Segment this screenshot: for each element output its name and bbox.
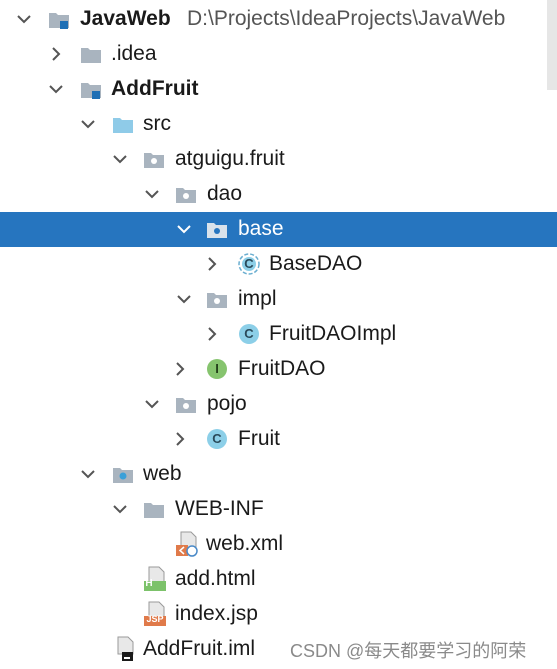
tree-label: FruitDAO	[238, 357, 326, 380]
tree-label: atguigu.fruit	[175, 147, 285, 170]
chevron-right-icon[interactable]	[200, 252, 224, 276]
tree-label: AddFruit.iml	[143, 637, 256, 660]
tree-label: WEB-INF	[175, 497, 264, 520]
tree-label: index.jsp	[175, 602, 258, 625]
chevron-down-icon[interactable]	[140, 182, 164, 206]
tree-label: FruitDAOImpl	[269, 322, 397, 345]
package-icon	[176, 398, 196, 413]
tree-label: pojo	[207, 392, 247, 415]
module-folder-icon	[81, 83, 101, 99]
tree-row-javaweb[interactable]: JavaWeb D:\Projects\IdeaProjects\JavaWeb	[0, 2, 557, 37]
tree-row-addfruit[interactable]: AddFruit	[0, 72, 557, 107]
tree-row-web[interactable]: web	[0, 457, 557, 492]
project-tree: JavaWeb D:\Projects\IdeaProjects\JavaWeb…	[0, 0, 557, 669]
package-icon	[207, 223, 227, 238]
tree-row-impl[interactable]: impl	[0, 282, 557, 317]
tree-row-atguigu-fruit[interactable]: atguigu.fruit	[0, 142, 557, 177]
tree-row-fruit[interactable]: C Fruit	[0, 422, 557, 457]
package-icon	[176, 188, 196, 203]
tree-row-pojo[interactable]: pojo	[0, 387, 557, 422]
tree-row-fruitdaoimpl[interactable]: C FruitDAOImpl	[0, 317, 557, 352]
tree-label: base	[238, 217, 284, 240]
web-folder-icon	[113, 468, 133, 483]
class-icon-letter: C	[244, 256, 254, 271]
tree-row-web-xml[interactable]: web.xml	[0, 527, 557, 562]
tree-row-fruitdao[interactable]: I FruitDAO	[0, 352, 557, 387]
class-icon-letter: C	[244, 326, 254, 341]
tree-row-dao[interactable]: dao	[0, 177, 557, 212]
tree-label: dao	[207, 182, 243, 205]
tree-label: AddFruit	[111, 77, 199, 100]
chevron-down-icon[interactable]	[12, 7, 36, 31]
xml-file-icon	[176, 531, 198, 557]
chevron-down-icon[interactable]	[108, 497, 132, 521]
tree-label: web.xml	[206, 532, 284, 555]
tree-label: add.html	[175, 567, 256, 590]
watermark: CSDN @每天都要学习的阿荣	[290, 641, 527, 661]
tree-label-root: JavaWeb	[80, 7, 171, 30]
chevron-down-icon[interactable]	[76, 112, 100, 136]
chevron-right-icon[interactable]	[200, 322, 224, 346]
module-folder-icon	[49, 13, 69, 29]
root-path: D:\Projects\IdeaProjects\JavaWeb	[187, 7, 506, 30]
tree-label: .idea	[111, 42, 157, 65]
chevron-down-icon[interactable]	[76, 462, 100, 486]
chevron-down-icon[interactable]	[172, 287, 196, 311]
chevron-right-icon[interactable]	[168, 357, 192, 381]
vertical-scrollbar[interactable]	[547, 0, 557, 90]
iml-file-icon	[117, 636, 134, 661]
chevron-down-icon[interactable]	[44, 77, 68, 101]
html-icon-letter: H	[145, 578, 153, 589]
tree-row-index-jsp[interactable]: JSP index.jsp	[0, 597, 557, 632]
chevron-down-icon[interactable]	[172, 217, 196, 241]
tree-label: impl	[238, 287, 277, 310]
tree-label: src	[143, 112, 171, 135]
source-folder-icon	[113, 118, 133, 133]
tree-label: Fruit	[238, 427, 280, 450]
tree-row-src[interactable]: src	[0, 107, 557, 142]
chevron-down-icon[interactable]	[140, 392, 164, 416]
tree-row-add-html[interactable]: H add.html	[0, 562, 557, 597]
tree-label: web	[143, 462, 182, 485]
package-icon	[144, 153, 164, 168]
folder-icon	[144, 503, 164, 518]
tree-row-basedao[interactable]: C BaseDAO	[0, 247, 557, 282]
folder-icon	[81, 48, 101, 63]
chevron-down-icon[interactable]	[108, 147, 132, 171]
tree-row-base[interactable]: base	[0, 212, 557, 247]
interface-icon-letter: I	[215, 361, 219, 376]
chevron-right-icon[interactable]	[44, 42, 68, 66]
tree-row-idea[interactable]: .idea	[0, 37, 557, 72]
class-icon-letter: C	[212, 431, 222, 446]
tree-label: BaseDAO	[269, 252, 363, 275]
package-icon	[207, 293, 227, 308]
tree-row-web-inf[interactable]: WEB-INF	[0, 492, 557, 527]
chevron-right-icon[interactable]	[168, 427, 192, 451]
jsp-icon-letter: JSP	[146, 614, 164, 624]
